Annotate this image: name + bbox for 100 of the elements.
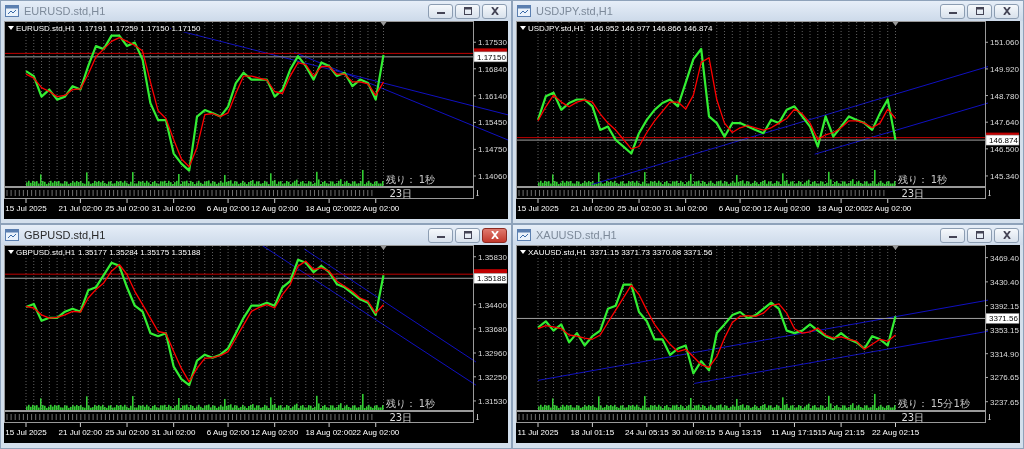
minimize-button[interactable]: [428, 3, 453, 19]
axis-tick: [692, 422, 694, 428]
maximize-button[interactable]: [967, 3, 992, 19]
minimize-button[interactable]: [940, 227, 965, 243]
axis-tick: [887, 198, 889, 204]
maximize-button[interactable]: [455, 227, 480, 243]
axis-label: 3469.40: [990, 253, 1019, 263]
axis-tick: [786, 198, 788, 204]
date-label: 12 Aug 02:00: [251, 204, 299, 213]
axis-label: 3392.15: [990, 301, 1019, 311]
close-button[interactable]: [994, 227, 1019, 243]
axis-tick: [739, 198, 741, 204]
date-label: 22 Aug 02:00: [352, 204, 400, 213]
close-button[interactable]: [482, 3, 507, 19]
window-title: XAUUSD.std,H1: [536, 229, 617, 241]
date-label: 5 Aug 13:15: [718, 428, 762, 437]
dropdown-triangle-icon: [8, 250, 14, 254]
axis-tick: [79, 422, 81, 428]
chart-symbol-label: USDJPY.std,H1: [528, 24, 584, 33]
date-label: 31 Jul 02:00: [151, 428, 196, 437]
window-icon: [517, 229, 531, 241]
axis-label: 146.500: [990, 144, 1019, 154]
strip-label: 23日: [901, 412, 925, 423]
axis-tick: [274, 198, 276, 204]
date-label: 31 Jul 02:00: [151, 204, 196, 213]
axis-tick: [274, 422, 276, 428]
axis-label: 3237.65: [990, 397, 1019, 407]
chart-symbol-label: GBPUSD.std,H1: [16, 248, 76, 257]
axis-tick: [840, 422, 842, 428]
window-icon: [5, 229, 19, 241]
date-label: 11 Jul 2025: [517, 428, 559, 437]
date-label: 15 Jul 2025: [5, 204, 47, 213]
close-button[interactable]: [994, 3, 1019, 19]
close-icon: [489, 231, 500, 239]
axis-tick: [793, 422, 795, 428]
anchor-marker-icon: [988, 414, 991, 420]
anchor-marker-icon: [476, 414, 479, 420]
ref-line-label: 3371.56: [989, 314, 1019, 324]
axis-label: 3353.15: [990, 325, 1019, 335]
date-label: 6 Aug 02:00: [206, 428, 250, 437]
countdown-text: 残り： 1秒: [897, 174, 948, 185]
maximize-icon: [462, 231, 473, 239]
axis-label: 147.640: [990, 118, 1019, 128]
maximize-button[interactable]: [967, 227, 992, 243]
ref-line-label: 146.874: [989, 136, 1019, 146]
axis-tick: [227, 422, 229, 428]
axis-tick: [739, 422, 741, 428]
minimize-button[interactable]: [428, 227, 453, 243]
date-label: 21 Jul 02:00: [58, 428, 103, 437]
axis-tick: [537, 422, 539, 428]
anchor-marker-icon: [476, 190, 479, 196]
axis-tick: [646, 422, 648, 428]
axis-label: 1.17530: [478, 38, 507, 48]
window-title: USDJPY.std,H1: [536, 5, 613, 17]
axis-tick: [25, 198, 27, 204]
date-label: 25 Jul 02:00: [617, 204, 661, 213]
ohlc-values: 1.35177 1.35284 1.35175 1.35188: [78, 248, 201, 257]
axis-label: 1.16840: [478, 64, 507, 74]
date-label: 12 Aug 02:00: [251, 428, 299, 437]
close-icon: [1001, 7, 1012, 15]
date-label: 22 Aug 02:15: [871, 428, 920, 437]
axis-tick: [591, 422, 593, 428]
date-label: 15 Jul 2025: [517, 204, 559, 213]
axis-tick: [126, 198, 128, 204]
window-icon: [5, 5, 19, 17]
strip-label: 23日: [901, 188, 925, 199]
date-label: 21 Jul 02:00: [58, 204, 103, 213]
price-tag: 1.35188: [473, 273, 508, 284]
minimize-button[interactable]: [940, 3, 965, 19]
anchor-marker-icon: [988, 190, 991, 196]
price-tag: 146.874: [985, 134, 1020, 146]
axis-tick: [895, 422, 896, 428]
axis-tick: [328, 422, 330, 428]
dropdown-triangle-icon: [520, 26, 526, 30]
countdown-text: 残り： 1秒: [385, 398, 436, 409]
date-label: 31 Jul 02:00: [663, 204, 708, 213]
date-label: 18 Jul 01:15: [570, 428, 615, 437]
axis-tick: [173, 422, 175, 428]
close-icon: [489, 7, 500, 15]
axis-label: 1.14750: [478, 145, 507, 155]
date-label: 15 Aug 21:15: [817, 428, 865, 437]
date-label: 22 Aug 02:00: [352, 428, 400, 437]
date-label: 6 Aug 02:00: [206, 204, 250, 213]
maximize-button[interactable]: [455, 3, 480, 19]
close-icon: [1001, 231, 1012, 239]
axis-tick: [375, 198, 377, 204]
axis-label: 1.16140: [478, 91, 507, 101]
axis-label: 149.920: [990, 64, 1019, 74]
axis-label: 1.32250: [478, 372, 507, 382]
window-title: EURUSD.std,H1: [24, 5, 106, 17]
window-icon: [517, 5, 531, 17]
axis-tick: [79, 198, 81, 204]
close-button[interactable]: [482, 227, 507, 243]
axis-tick: [25, 422, 27, 428]
maximize-icon: [462, 7, 473, 15]
date-label: 25 Jul 02:00: [105, 428, 149, 437]
strip-label: 23日: [389, 188, 413, 199]
ohlc-values: 146.952 146.977 146.866 146.874: [590, 24, 713, 33]
chart-symbol-label: EURUSD.std,H1: [16, 24, 76, 33]
axis-label: 145.340: [990, 171, 1019, 181]
